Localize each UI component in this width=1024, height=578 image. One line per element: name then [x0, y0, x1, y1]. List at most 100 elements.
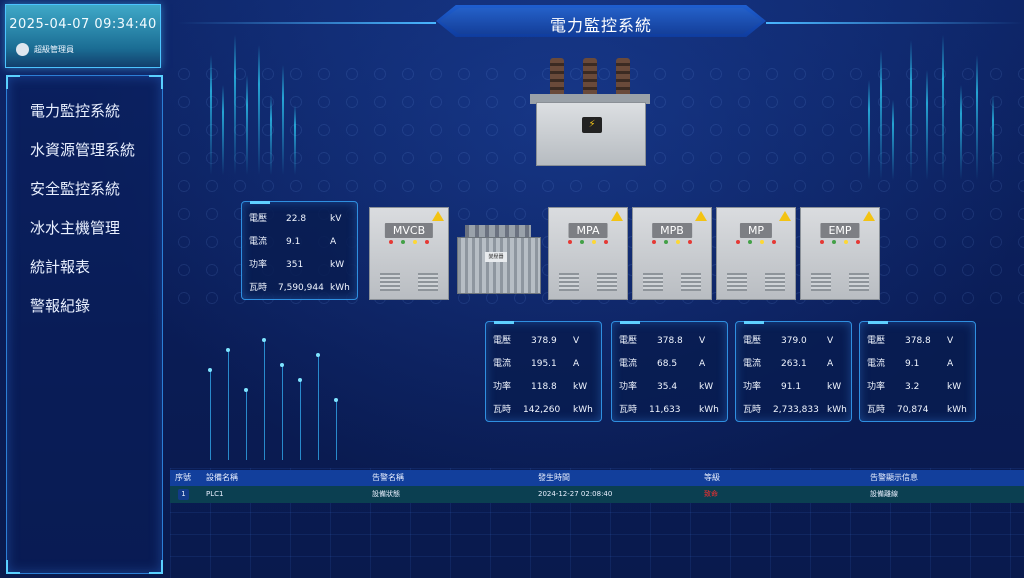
- sidebar-item-alarm-records[interactable]: 警報紀錄: [30, 293, 135, 332]
- meter-row: 電流 9.1 A: [867, 356, 972, 372]
- meter-unit: kWh: [330, 283, 350, 293]
- meter-label: 電壓: [249, 214, 268, 224]
- meter-row: 電流 9.1 A: [249, 234, 354, 250]
- cabinet-emp[interactable]: EMP: [800, 207, 880, 300]
- meter-row: 功率 3.2 kW: [867, 379, 972, 395]
- card-tab: [868, 321, 888, 324]
- table-row[interactable]: 1 PLC1 設備狀態 2024-12-27 02:08:40 致命 設備離線: [170, 486, 1024, 503]
- meter-value: 91.1: [781, 382, 802, 392]
- distribution-transformer[interactable]: 變壓器: [457, 225, 541, 298]
- meter-unit: kW: [330, 260, 345, 270]
- meter-label: 功率: [743, 382, 762, 392]
- device-cell: PLC1: [206, 490, 224, 498]
- user-name: 超級管理員: [34, 45, 74, 54]
- clock-panel: 2025-04-07 09:34:40 超級管理員: [5, 4, 161, 68]
- datetime-display: 2025-04-07 09:34:40: [9, 17, 157, 32]
- meter-row: 功率 118.8 kW: [493, 379, 598, 395]
- meter-unit: kWh: [699, 405, 719, 415]
- sidebar-item-power-monitoring[interactable]: 電力監控系統: [30, 98, 135, 137]
- meter-value: 7,590,944: [278, 283, 324, 293]
- column-header: 設備名稱: [206, 473, 238, 482]
- meter-value: 11,633: [649, 405, 681, 415]
- meter-unit: kW: [573, 382, 588, 392]
- page-title: 電力監控系統: [549, 16, 652, 35]
- cabinet-mp[interactable]: MP: [716, 207, 796, 300]
- user-avatar-icon: [16, 43, 29, 56]
- cabinet-mpa[interactable]: MPA: [548, 207, 628, 300]
- column-header: 告警名稱: [372, 473, 404, 482]
- meter-row: 瓦時 70,874 kWh: [867, 402, 972, 418]
- meter-unit: A: [827, 359, 834, 369]
- meter-value: 142,260: [523, 405, 561, 415]
- card-tab: [494, 321, 514, 324]
- level-cell: 致命: [704, 490, 718, 498]
- meter-row: 電流 68.5 A: [619, 356, 724, 372]
- meter-label: 功率: [249, 260, 268, 270]
- corner-decoration: [6, 75, 20, 89]
- meter-card-emp: 電壓 378.8 V 電流 9.1 A 功率 3.2 kW 瓦時 70,874 kWh: [859, 321, 976, 422]
- cabinet-mvcb[interactable]: MVCB: [369, 207, 449, 300]
- sidebar: 電力監控系統 水資源管理系統 安全監控系統 冰水主機管理 統計報表 警報紀錄: [6, 75, 163, 574]
- card-tab: [744, 321, 764, 324]
- meter-value: 379.0: [781, 336, 807, 346]
- meter-label: 電壓: [743, 336, 762, 346]
- meter-row: 瓦時 11,633 kWh: [619, 402, 724, 418]
- message-cell: 設備離線: [870, 490, 898, 498]
- corner-decoration: [149, 75, 163, 89]
- sidebar-item-statistics-report[interactable]: 統計報表: [30, 254, 135, 293]
- meter-label: 電壓: [867, 336, 886, 346]
- meter-unit: kW: [827, 382, 842, 392]
- warning-icon: [432, 211, 444, 221]
- vent: [811, 273, 832, 291]
- meter-row: 電壓 378.9 V: [493, 333, 598, 349]
- meter-unit: A: [573, 359, 580, 369]
- sidebar-item-chiller-management[interactable]: 冰水主機管理: [30, 215, 135, 254]
- meter-label: 功率: [867, 382, 886, 392]
- card-tab: [250, 201, 270, 204]
- meter-value: 118.8: [531, 382, 557, 392]
- warning-icon: [863, 211, 875, 221]
- main-transformer[interactable]: ⚡: [528, 58, 652, 166]
- meter-label: 瓦時: [249, 283, 268, 293]
- row-index-cell: 1: [170, 486, 206, 503]
- meter-unit: kWh: [573, 405, 593, 415]
- status-leds: [568, 240, 608, 244]
- meter-unit: kW: [699, 382, 714, 392]
- meter-row: 電壓 378.8 V: [867, 333, 972, 349]
- meter-unit: kV: [330, 214, 342, 224]
- vent: [417, 273, 438, 291]
- transformer-body: 變壓器: [457, 237, 541, 294]
- meter-value: 378.8: [905, 336, 931, 346]
- meter-unit: A: [947, 359, 954, 369]
- status-leds: [389, 240, 429, 244]
- column-header: 告警顯示信息: [870, 473, 918, 482]
- meter-label: 瓦時: [619, 405, 638, 415]
- vent: [680, 273, 701, 291]
- cabinet-mpb[interactable]: MPB: [632, 207, 712, 300]
- corner-decoration: [149, 560, 163, 574]
- meter-row: 功率 351 kW: [249, 257, 354, 273]
- meter-label: 瓦時: [743, 405, 762, 415]
- meter-label: 電流: [743, 359, 762, 369]
- meter-row: 電壓 22.8 kV: [249, 211, 354, 227]
- meter-value: 22.8: [286, 214, 307, 224]
- meter-unit: kWh: [947, 405, 967, 415]
- sidebar-item-water-management[interactable]: 水資源管理系統: [30, 137, 135, 176]
- vent: [559, 273, 580, 291]
- meter-value: 378.9: [531, 336, 557, 346]
- transformer-body: ⚡: [536, 102, 646, 166]
- vent: [848, 273, 869, 291]
- alarm-table: 序號 設備名稱 告警名稱 發生時間 等級 告警顯示信息 1 PLC1 設備狀態 …: [170, 470, 1024, 503]
- meter-row: 瓦時 2,733,833 kWh: [743, 402, 848, 418]
- meter-unit: A: [699, 359, 706, 369]
- meter-value: 35.4: [657, 382, 678, 392]
- user-info[interactable]: 超級管理員: [16, 43, 74, 56]
- time-cell: 2024-12-27 02:08:40: [538, 490, 613, 498]
- meter-row: 瓦時 142,260 kWh: [493, 402, 598, 418]
- title-bar: 電力監控系統: [178, 5, 1024, 39]
- sidebar-item-security-monitoring[interactable]: 安全監控系統: [30, 176, 135, 215]
- transformer-plate: 變壓器: [485, 252, 507, 262]
- meter-label: 瓦時: [493, 405, 512, 415]
- warning-icon: [779, 211, 791, 221]
- meter-label: 功率: [619, 382, 638, 392]
